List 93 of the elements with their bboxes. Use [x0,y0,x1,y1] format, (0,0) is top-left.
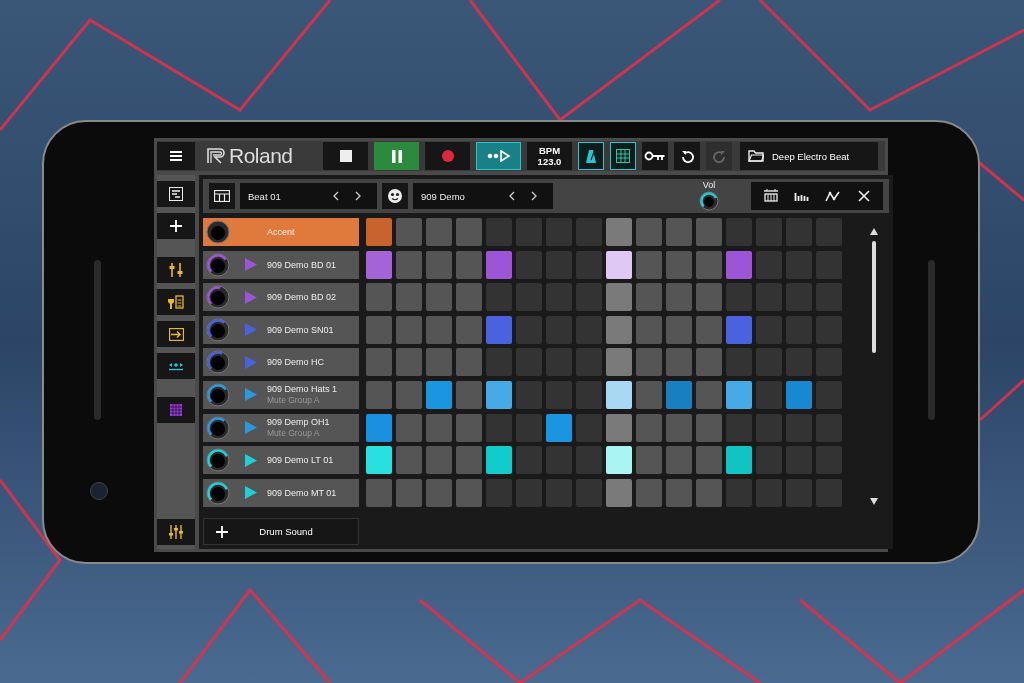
track-knob [205,284,231,311]
track-header[interactable]: 909 Demo MT 01 [203,478,359,507]
metronome-toggle[interactable] [578,142,604,170]
record-button[interactable] [425,142,470,170]
bpm-value: 123.0 [537,156,562,167]
arrange-icon [168,360,184,372]
mixer-button[interactable] [157,519,195,545]
key-icon [644,151,666,161]
track-knob [205,349,231,376]
camera-lens [90,482,108,500]
plus-icon [216,525,228,538]
track-header[interactable]: 909 Demo BD 01 [203,250,359,279]
import-button[interactable] [157,321,195,347]
project-button[interactable]: Deep Electro Beat [740,142,878,170]
track-name: 909 Demo MT 01 [267,487,337,498]
sliders-icon [169,263,183,277]
mixer-icon [169,525,183,539]
scroll-down-icon [870,498,878,505]
step-button[interactable] [476,142,521,170]
track-knob [205,381,231,408]
pause-button[interactable] [374,142,419,170]
track-name: 909 Demo LT 01 [267,455,334,466]
track-knob [205,447,231,474]
track-name: 909 Demo BD 01 [267,259,337,270]
tune-button[interactable] [157,257,195,283]
drum-kit-icon [762,189,779,203]
list-icon [169,187,183,201]
volume-label: Vol [702,180,716,190]
chevron-left-icon [509,191,515,201]
step-pad[interactable] [726,380,752,409]
step-play-icon [486,150,511,162]
track-header[interactable]: 909 Demo LT 01 [203,446,359,475]
metronome-icon [586,149,596,163]
track-header[interactable]: 909 Demo BD 02 [203,283,359,312]
step-pad[interactable] [606,250,632,279]
step-pad[interactable] [606,380,632,409]
volume-knob[interactable] [698,190,720,212]
close-icon [857,190,870,202]
chevron-left-icon [333,191,339,201]
step-pad[interactable] [366,446,392,475]
grid-layout-icon [214,190,230,202]
grid-button[interactable] [157,397,195,423]
chevron-right-icon [355,191,361,201]
plus-icon [170,220,182,232]
track-name: 909 Demo BD 02 [267,292,337,303]
track-knob [205,316,231,343]
line-graph-icon [825,190,840,202]
menu-icon [169,150,183,162]
bpm-label: BPM [538,145,561,156]
kit-name: 909 Demo [421,190,466,202]
step-pad[interactable] [726,446,752,475]
track-knob [205,251,231,278]
track-name: Accent [267,227,295,237]
grid-icon [170,404,182,416]
step-pad[interactable] [606,446,632,475]
track-header[interactable]: 909 Demo HC [203,348,359,377]
menu-button[interactable] [157,142,195,170]
step-pad[interactable] [486,380,512,409]
list-button[interactable] [157,181,195,207]
edit-button[interactable] [157,289,195,315]
pattern-grid-button[interactable] [209,183,235,209]
add-drum-sound-button[interactable]: Drum Sound [203,518,359,545]
track-knob [205,479,231,506]
tempo-display[interactable]: BPM 123.0 [527,142,572,170]
chevron-right-icon [531,191,537,201]
track-header[interactable]: 909 Demo SN01 [203,315,359,344]
grid-toggle[interactable] [610,142,636,170]
import-icon [168,327,184,341]
track-knob [205,414,231,441]
pause-icon [390,149,403,163]
logo-text: Roland [229,144,293,168]
track-name: 909 Demp OH1 [267,417,330,428]
scroll-up-icon [870,228,878,235]
key-button[interactable] [642,142,668,170]
add-button[interactable] [157,213,195,239]
stop-icon [339,150,352,162]
track-name: 909 Demo Hats 1 [267,384,338,395]
undo-button[interactable] [674,142,700,170]
record-icon [441,150,454,162]
scrollbar-thumb[interactable] [872,241,876,353]
arrange-button[interactable] [157,353,195,379]
logo-emblem-icon [207,148,227,164]
undo-icon [680,149,694,163]
step-pad[interactable] [486,446,512,475]
redo-icon [712,149,726,163]
track-name: 909 Demo HC [267,357,325,368]
track-name: 909 Demo SN01 [267,324,334,335]
bar-chart-icon [794,191,809,201]
kit-button[interactable] [382,183,408,209]
folder-icon [748,150,764,162]
stop-button[interactable] [323,142,368,170]
grid-icon [616,149,630,163]
pattern-name: Beat 01 [248,190,282,202]
